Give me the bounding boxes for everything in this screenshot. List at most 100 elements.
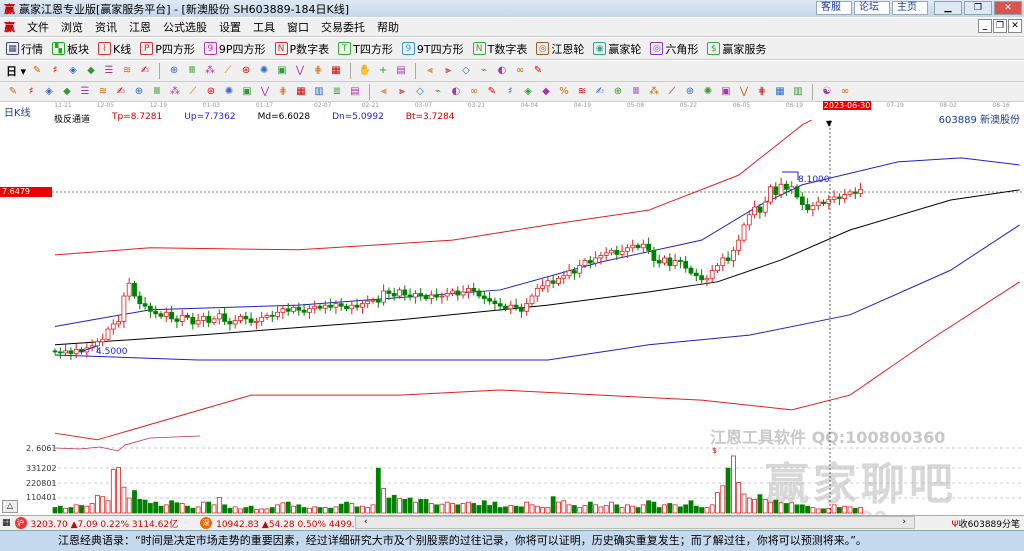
last-icon[interactable]: Ⅲ [185,64,199,78]
table-icon[interactable]: ◐ [449,85,463,99]
tool13-icon[interactable]: ▦ [773,85,787,99]
first-icon[interactable]: ⊕ [167,64,181,78]
yinyang-icon[interactable]: ☯ [820,85,834,99]
hline-icon[interactable]: ♯ [24,85,38,99]
collapse-button[interactable]: △ [2,500,18,513]
info-icon[interactable]: ♯ [48,64,62,78]
toolbar-sector-button[interactable]: ▚ 板块 [52,41,89,57]
menu-tools[interactable]: 工具 [253,19,275,35]
infinity-icon[interactable]: ∞ [838,85,852,99]
fan3-icon[interactable]: ◇ [413,85,427,99]
indicator-icon[interactable]: ≋ [120,64,134,78]
mdi-restore-button[interactable]: ❐ [993,19,1007,33]
toolbar-9t-square-button[interactable]: 9 9T四方形 [401,41,464,57]
tool8-icon[interactable]: ⊛ [683,85,697,99]
horizontal-scrollbar[interactable]: ‹ › [355,516,915,529]
toolbar-quote-grid-button[interactable]: ▦ 行情 [6,41,43,57]
zoom4-icon[interactable]: ⋁ [293,64,307,78]
tool10-icon[interactable]: ▣ [719,85,733,99]
toolbar-gann-wheel-button[interactable]: ◎ 江恩轮 [536,41,584,57]
calculator-icon[interactable]: ⌁ [477,64,491,78]
menu-trade[interactable]: 交易委托 [321,19,365,35]
close-button[interactable]: ✕ [994,1,1022,15]
tool3-icon[interactable]: ≋ [575,85,589,99]
toolbar-p-table-button[interactable]: N P数字表 [274,41,329,57]
prev-icon[interactable]: ⁂ [203,64,217,78]
bar-icon[interactable]: ♯ [503,85,517,99]
menu-formula[interactable]: 公式选股 [163,19,207,35]
cycle-icon[interactable]: ≣ [330,85,344,99]
zoom5-icon[interactable]: ⋕ [311,64,325,78]
grid-icon[interactable]: ▥ [312,85,326,99]
coin-icon[interactable]: ✍ [593,85,607,99]
target-icon[interactable]: ⊛ [204,85,218,99]
truck-icon[interactable]: ✎ [531,64,545,78]
tool14-icon[interactable]: ▥ [791,85,805,99]
crosshair-icon[interactable]: + [376,64,390,78]
flag-icon[interactable]: ✍ [138,64,152,78]
percent-icon[interactable]: % [557,85,571,99]
zoom2-icon[interactable]: ✺ [257,64,271,78]
scroll-right-icon[interactable]: › [902,517,906,527]
gann-box-icon[interactable]: ▦ [294,85,308,99]
mdi-minimize-button[interactable]: _ [978,19,992,33]
tool1-icon[interactable]: ◈ [521,85,535,99]
period-icon[interactable]: Ⅲ [150,85,164,99]
stat-icon[interactable]: ⫸ [441,64,455,78]
notes-icon[interactable]: ◐ [495,64,509,78]
kline-chart[interactable]: ▼ 8.1000 4.5000 $ [0,120,1024,515]
tool7-icon[interactable]: ⟋ [665,85,679,99]
angle-icon[interactable]: ⋁ [258,85,272,99]
gold2-icon[interactable]: ◆ [60,85,74,99]
fan2-icon[interactable]: ⫷ [377,85,391,99]
minimize-button[interactable]: ▁ [934,1,962,15]
menu-file[interactable]: 文件 [27,19,49,35]
menu-browse[interactable]: 浏览 [61,19,83,35]
fib-icon[interactable]: ☰ [78,85,92,99]
calculator-icon[interactable]: ▦ [2,518,11,528]
tool11-icon[interactable]: ⋁ [737,85,751,99]
box-icon[interactable]: ▣ [240,85,254,99]
tool4-icon[interactable]: ⊕ [611,85,625,99]
gold1-icon[interactable]: ◈ [42,85,56,99]
wave-icon[interactable]: ≋ [96,85,110,99]
n2-icon[interactable]: ⁂ [168,85,182,99]
circle-icon[interactable]: ⊕ [132,85,146,99]
tick-ticker[interactable]: Ψ收603889分笔 [952,517,1020,530]
toolbar-kline-button[interactable]: ⌇ K线 [98,41,131,57]
calc-icon[interactable]: ◇ [459,64,473,78]
next-icon[interactable]: ⟋ [221,64,235,78]
toolbar-9p-square-button[interactable]: 9 9P四方形 [203,41,266,57]
tool6-icon[interactable]: ⁂ [647,85,661,99]
line-tool-icon[interactable]: ▤ [394,64,408,78]
table2-icon[interactable]: ∞ [467,85,481,99]
star-icon[interactable]: ✺ [222,85,236,99]
fan4-icon[interactable]: ✎ [485,85,499,99]
hand-icon[interactable]: ✋ [358,64,372,78]
scroll-left-icon[interactable]: ‹ [364,517,368,527]
tool9-icon[interactable]: ✺ [701,85,715,99]
arc-icon[interactable]: ✍ [114,85,128,99]
square-icon[interactable]: ▤ [348,85,362,99]
tool2-icon[interactable]: ◆ [539,85,553,99]
zoom1-icon[interactable]: ⊛ [239,64,253,78]
fan-icon[interactable]: ⟋ [186,85,200,99]
restore-button[interactable]: ❐ [964,1,992,15]
zoom3-icon[interactable]: ▣ [275,64,289,78]
mdi-close-button[interactable]: ✕ [1008,19,1022,33]
toolbar-dollar-button[interactable]: $ 赢家服务 [707,41,766,57]
save-icon[interactable]: ∞ [513,64,527,78]
zoom6-icon[interactable]: ▦ [329,64,343,78]
home-link[interactable]: 主页 [892,1,928,15]
menu-window[interactable]: 窗口 [287,19,309,35]
chain-icon[interactable]: ✎ [30,64,44,78]
calendar-icon[interactable]: ⫷ [423,64,437,78]
forum-link[interactable]: 论坛 [854,1,890,15]
tool12-icon[interactable]: ⋕ [755,85,769,99]
toolbar-t-square-button[interactable]: T T四方形 [338,41,393,57]
toolbar-winner-wheel-button[interactable]: ◉ 赢家轮 [593,41,641,57]
vline-icon[interactable]: ⌁ [431,85,445,99]
spiral-icon[interactable]: ⫸ [395,85,409,99]
toolbar-p-square-button[interactable]: P P四方形 [140,41,195,57]
candle-type-icon[interactable]: ☰ [102,64,116,78]
